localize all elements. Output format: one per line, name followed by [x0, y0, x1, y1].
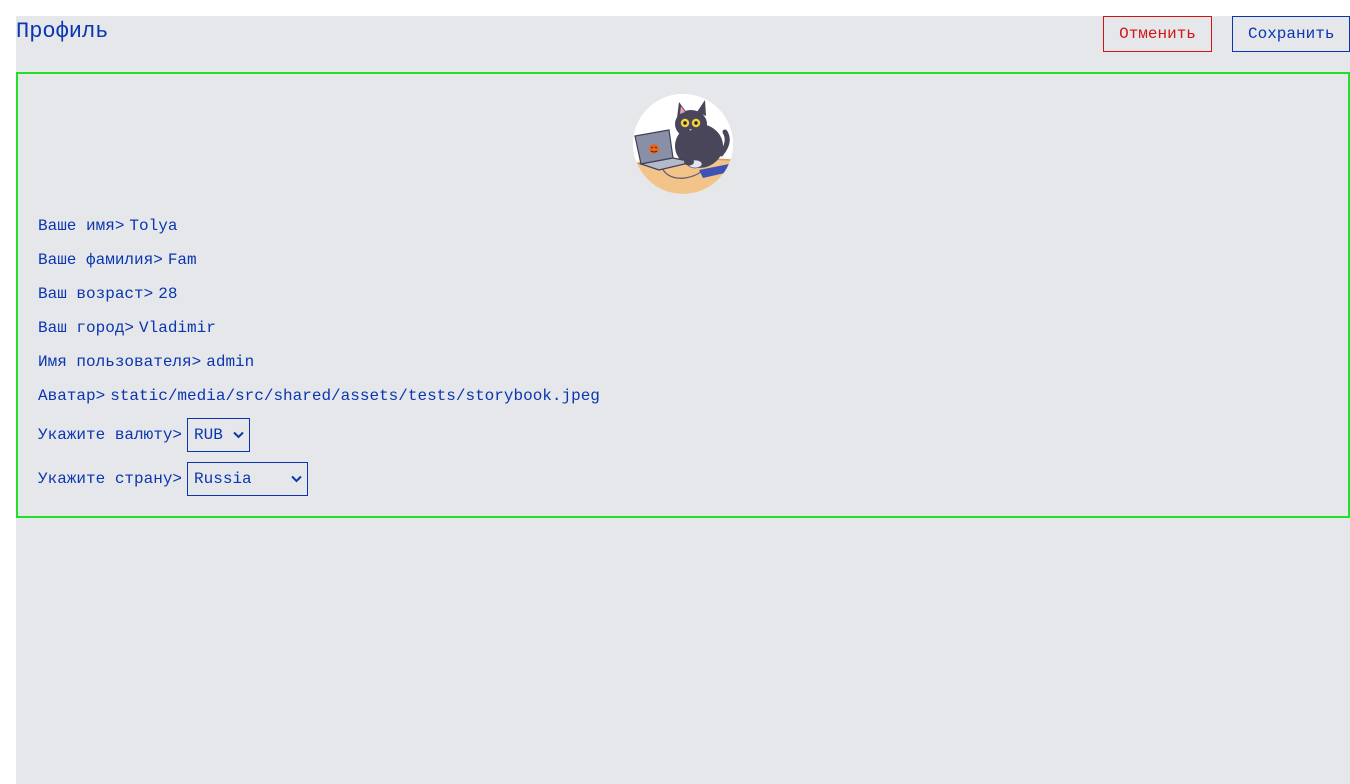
country-selected-value: Russia [194, 470, 252, 488]
first-name-field[interactable]: Tolya [129, 217, 177, 235]
first-name-row: Ваше имя> Tolya [38, 214, 177, 238]
age-field[interactable]: 28 [158, 285, 177, 303]
page-title: Профиль [16, 19, 109, 44]
last-name-row: Ваше фамилия> Fam [38, 248, 197, 272]
avatar-url-row: Аватар> static/media/src/shared/assets/t… [38, 384, 600, 408]
age-row: Ваш возраст> 28 [38, 282, 177, 306]
avatar-url-label: Аватар> [38, 387, 106, 405]
avatar-url-field[interactable]: static/media/src/shared/assets/tests/sto… [110, 387, 600, 405]
last-name-field[interactable]: Fam [168, 251, 197, 269]
last-name-label: Ваше фамилия> [38, 251, 163, 269]
chevron-down-icon [233, 419, 244, 451]
city-label: Ваш город> [38, 319, 135, 337]
chevron-down-icon [291, 463, 302, 495]
username-row: Имя пользователя> admin [38, 350, 254, 374]
currency-label: Укажите валюту> [38, 426, 183, 444]
save-button[interactable]: Сохранить [1232, 16, 1350, 52]
age-label: Ваш возраст> [38, 285, 154, 303]
cat-with-laptop-icon [633, 94, 733, 194]
first-name-label: Ваше имя> [38, 217, 125, 235]
profile-card: Ваше имя> Tolya Ваше фамилия> Fam Ваш во… [16, 72, 1350, 518]
currency-select[interactable]: RUB [187, 418, 251, 452]
country-label: Укажите страну> [38, 470, 183, 488]
username-label: Имя пользователя> [38, 353, 202, 371]
country-select[interactable]: Russia [187, 462, 309, 496]
city-row: Ваш город> Vladimir [38, 316, 216, 340]
country-row: Укажите страну> Russia [38, 462, 309, 496]
avatar [633, 94, 733, 194]
currency-selected-value: RUB [194, 426, 223, 444]
city-field[interactable]: Vladimir [139, 319, 216, 337]
currency-row: Укажите валюту> RUB [38, 418, 251, 452]
app-container: Профиль Отменить Сохранить Ваше имя> Tol… [16, 16, 1350, 784]
username-field[interactable]: admin [206, 353, 254, 371]
cancel-button[interactable]: Отменить [1103, 16, 1212, 52]
